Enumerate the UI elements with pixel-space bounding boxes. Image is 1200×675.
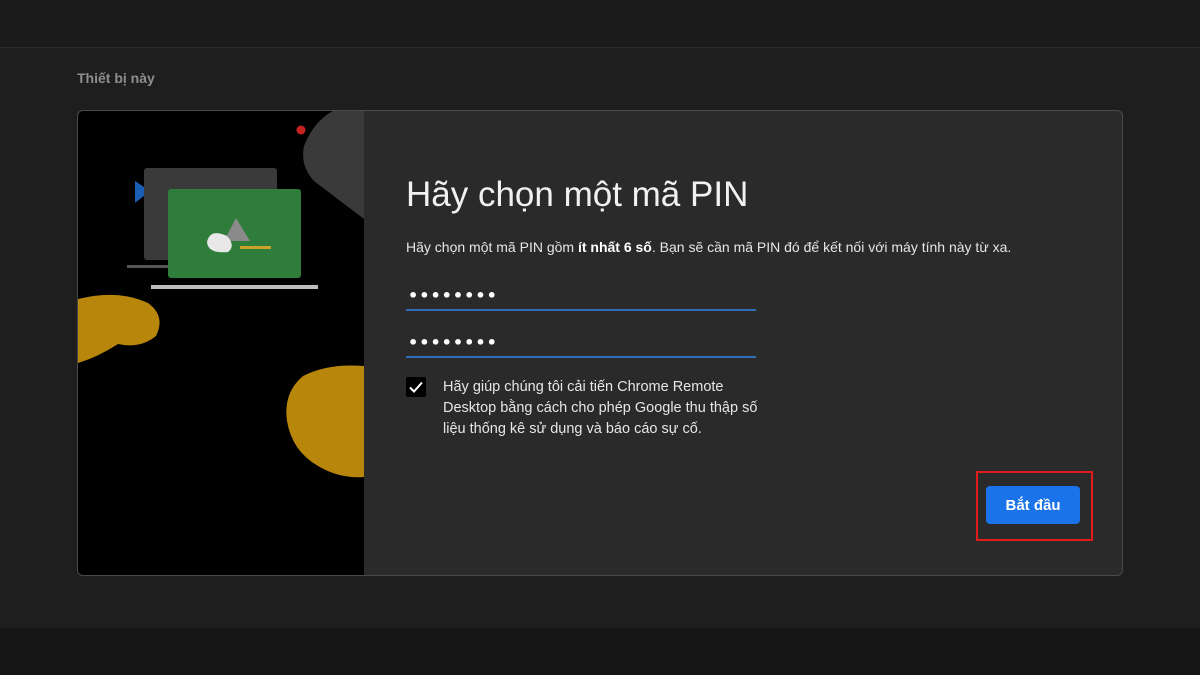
pin-description: Hãy chọn một mã PIN gồm ít nhất 6 số. Bạ…: [406, 239, 1011, 255]
pin-setup-card: Hãy chọn một mã PIN Hãy chọn một mã PIN …: [77, 110, 1123, 576]
pin-confirm-input[interactable]: [406, 328, 756, 358]
description-text-start: Hãy chọn một mã PIN gồm: [406, 239, 578, 255]
bottom-bar: [0, 628, 1200, 675]
description-text-end: . Bạn sẽ cần mã PIN đó để kết nối với má…: [651, 239, 1012, 255]
start-button[interactable]: Bắt đầu: [986, 486, 1080, 524]
usage-stats-checkbox[interactable]: [406, 377, 426, 397]
description-text-bold: ít nhất 6 số: [577, 239, 652, 255]
remote-desktop-illustration: [78, 111, 364, 575]
pin-setup-content: Hãy chọn một mã PIN Hãy chọn một mã PIN …: [364, 111, 1122, 575]
usage-stats-label: Hãy giúp chúng tôi cải tiến Chrome Remot…: [443, 379, 758, 437]
top-bar: [0, 0, 1200, 48]
pin-input[interactable]: [406, 281, 756, 311]
page-title: Hãy chọn một mã PIN: [406, 175, 749, 214]
checkmark-icon: [409, 381, 423, 393]
section-title: Thiết bị này: [77, 70, 155, 86]
